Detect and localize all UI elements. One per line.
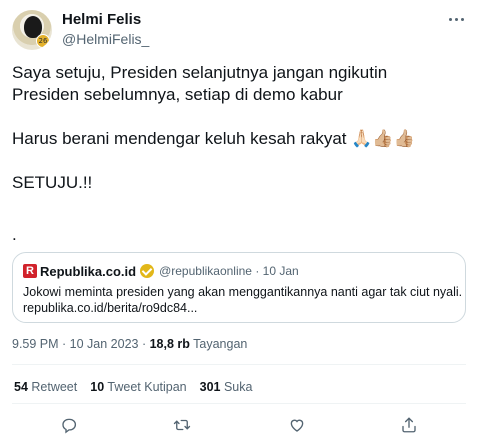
tweet-line: . bbox=[12, 225, 17, 244]
retweet-icon[interactable] bbox=[171, 414, 193, 436]
more-icon[interactable] bbox=[446, 12, 466, 26]
republika-logo: R bbox=[23, 264, 37, 278]
timestamp[interactable]: 9.59 PM · 10 Jan 2023 · bbox=[12, 337, 150, 351]
tweet-meta: 9.59 PM · 10 Jan 2023 · 18,8 rb Tayangan bbox=[12, 337, 247, 351]
tweet-line: Harus berani mendengar keluh kesah rakya… bbox=[12, 129, 415, 148]
likes-stat[interactable]: 301 Suka bbox=[200, 380, 253, 394]
quotes-stat[interactable]: 10 Tweet Kutipan bbox=[90, 380, 186, 394]
divider bbox=[12, 364, 466, 365]
quoted-source-name: Republika.co.id bbox=[40, 263, 137, 279]
user-handle[interactable]: @HelmiFelis_ bbox=[62, 31, 149, 47]
views-count: 18,8 rb bbox=[149, 337, 190, 351]
quoted-tweet-header: R Republika.co.id @republikaonline · 10 … bbox=[23, 263, 299, 279]
tweet-header: 26 Helmi Felis @HelmiFelis_ bbox=[0, 0, 478, 52]
display-name[interactable]: Helmi Felis bbox=[62, 11, 141, 28]
verified-icon bbox=[140, 264, 155, 278]
reply-icon[interactable] bbox=[58, 414, 80, 436]
quoted-tweet[interactable]: R Republika.co.id @republikaonline · 10 … bbox=[12, 252, 466, 323]
quoted-link[interactable]: republika.co.id/berita/ro9dc84... bbox=[23, 300, 459, 316]
tweet-line: Saya setuju, Presiden selanjutnya jangan… bbox=[12, 63, 388, 82]
quotes-label: Tweet Kutipan bbox=[104, 380, 187, 394]
avatar[interactable]: 26 bbox=[12, 10, 52, 50]
quoted-tweet-text: Jokowi meminta presiden yang akan mengga… bbox=[23, 284, 463, 316]
heart-icon[interactable] bbox=[286, 414, 308, 436]
share-icon[interactable] bbox=[398, 414, 420, 436]
likes-count: 301 bbox=[199, 380, 221, 394]
avatar-badge: 26 bbox=[36, 34, 50, 48]
retweets-label: Retweet bbox=[27, 380, 78, 394]
tweet-text: Saya setuju, Presiden selanjutnya jangan… bbox=[12, 62, 468, 246]
tweet-line: SETUJU.!! bbox=[12, 173, 93, 192]
retweets-stat[interactable]: 54 Retweet bbox=[14, 380, 77, 394]
action-bar bbox=[0, 414, 478, 438]
tweet-stats: 54 Retweet 10 Tweet Kutipan 301 Suka bbox=[14, 380, 252, 394]
likes-label: Suka bbox=[220, 380, 253, 394]
quoted-text-line: Jokowi meminta presiden yang akan mengga… bbox=[23, 285, 463, 299]
divider bbox=[12, 403, 466, 404]
retweets-count: 54 bbox=[14, 380, 28, 394]
quoted-source-handle: @republikaonline · 10 Jan bbox=[159, 264, 299, 278]
quotes-count: 10 bbox=[90, 380, 105, 394]
views-label: Tayangan bbox=[189, 337, 248, 351]
tweet-line: Presiden sebelumnya, setiap di demo kabu… bbox=[12, 85, 343, 104]
